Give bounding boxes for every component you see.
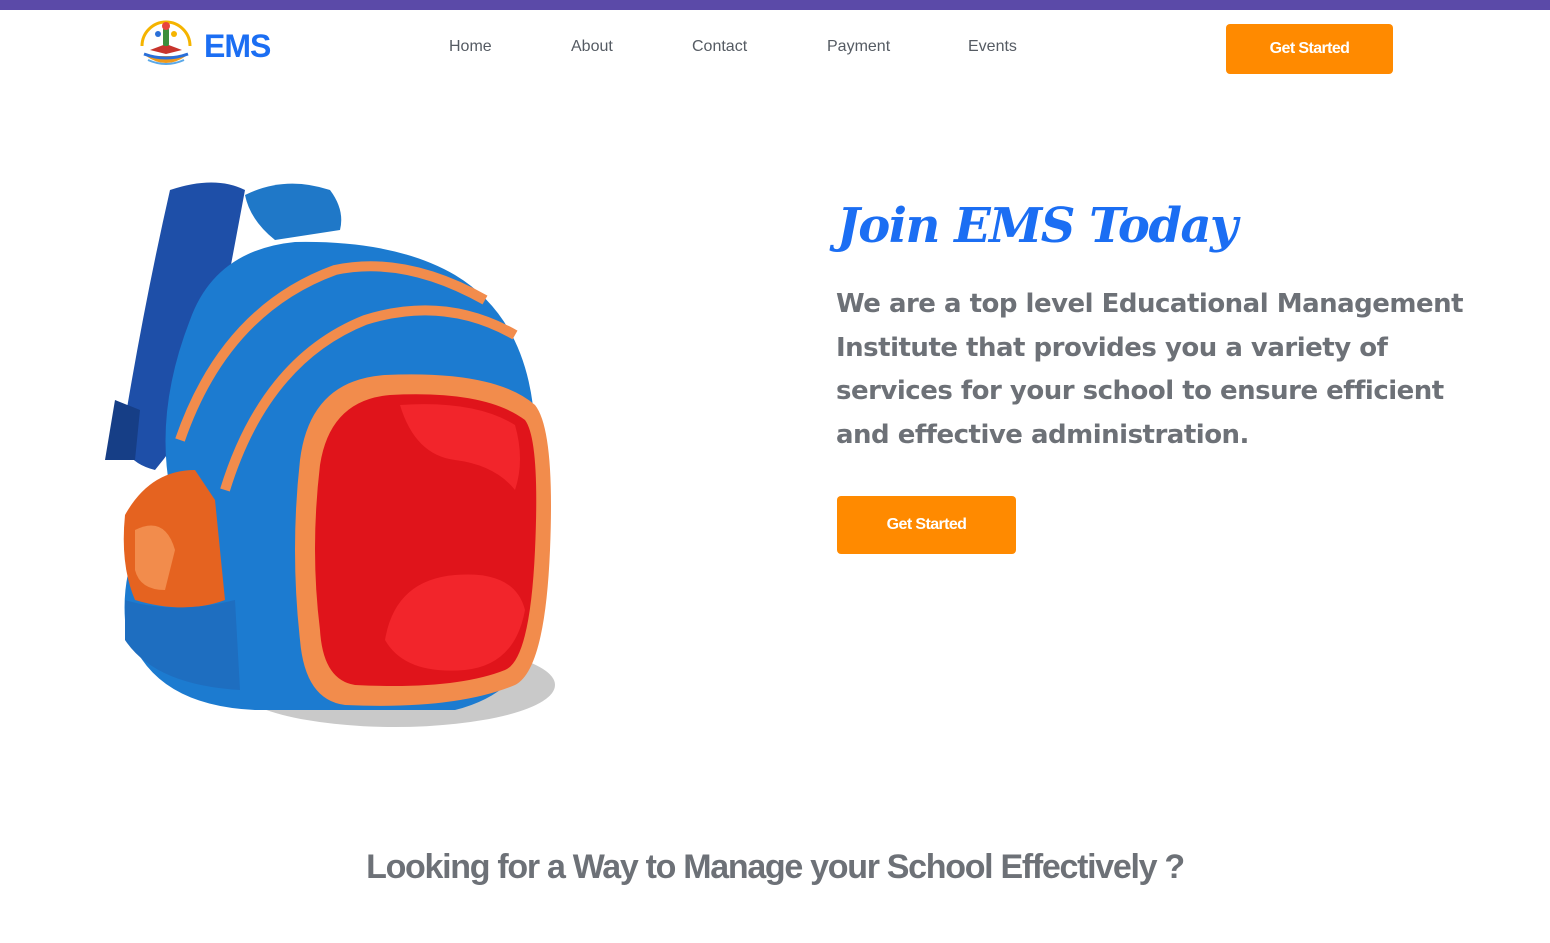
hero-get-started-button[interactable]: Get Started [837, 496, 1016, 554]
top-accent-bar [0, 0, 1550, 10]
backpack-illustration-icon [105, 182, 555, 727]
hero-title: Join EMS Today [837, 198, 1238, 254]
section-title: Looking for a Way to Manage your School … [366, 848, 1185, 886]
nav-get-started-button[interactable]: Get Started [1226, 24, 1393, 74]
navbar: EMS Home About Contact Payment Events Ge… [0, 10, 1550, 90]
nav-link-payment[interactable]: Payment [827, 38, 890, 56]
nav-link-home[interactable]: Home [449, 38, 492, 56]
nav-link-events[interactable]: Events [968, 38, 1017, 56]
nav-link-about[interactable]: About [571, 38, 613, 56]
nav-link-contact[interactable]: Contact [692, 38, 747, 56]
hero-description: We are a top level Educational Managemen… [836, 289, 1464, 450]
